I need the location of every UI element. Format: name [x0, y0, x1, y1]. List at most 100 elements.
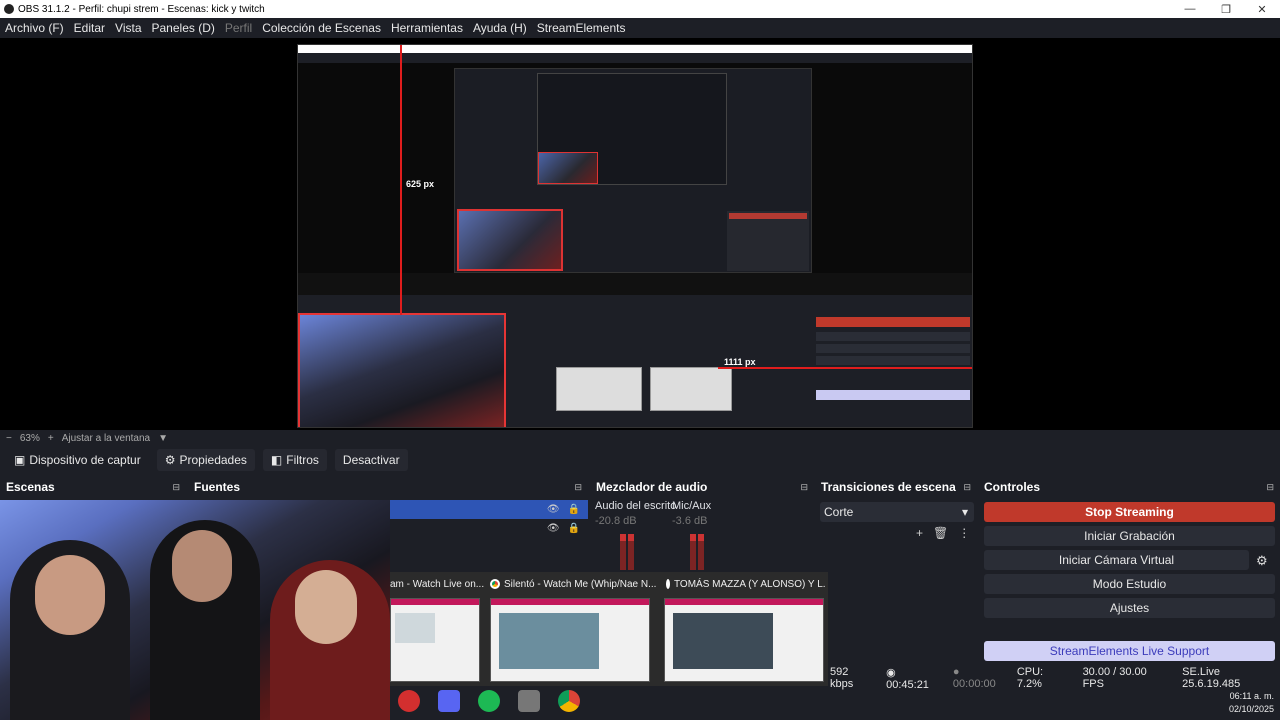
recursive-camera	[457, 209, 563, 271]
dock-float-icon[interactable]: ⊟	[800, 482, 808, 493]
source-toolbar: ▣ Dispositivo de captur ⚙ Propiedades ◧ …	[0, 448, 1280, 472]
menu-editar[interactable]: Editar	[74, 21, 105, 35]
thumb-title-text: am - Watch Live on...	[390, 578, 485, 590]
minimize-button[interactable]: —	[1172, 3, 1208, 15]
preview-area[interactable]: 625 px 1111 px	[0, 38, 1280, 430]
lock-icon[interactable]: 🔒	[568, 523, 580, 534]
virtual-camera-button[interactable]: Iniciar Cámara Virtual	[984, 550, 1249, 570]
zoom-in-button[interactable]: +	[48, 433, 54, 444]
discord-icon[interactable]	[438, 690, 460, 712]
zoom-level: 63%	[19, 432, 40, 444]
webcam-overlay	[0, 500, 390, 720]
rec-time-value: 00:00:00	[952, 678, 996, 690]
controls-dock-header: Controles ⊟	[978, 478, 1280, 496]
filter-icon: ◧	[270, 453, 283, 467]
properties-button[interactable]: ⚙ Propiedades	[156, 449, 255, 471]
recursive-ctrl-button	[816, 356, 970, 365]
volume-meter	[690, 534, 696, 570]
spotify-icon[interactable]	[478, 690, 500, 712]
thumb-preview[interactable]	[490, 598, 650, 682]
app-icon[interactable]	[518, 690, 540, 712]
eye-icon[interactable]: 👁	[547, 523, 560, 534]
se-live-support-button[interactable]: StreamElements Live Support	[984, 641, 1275, 661]
thumb-preview[interactable]	[390, 598, 480, 682]
chevron-down-icon[interactable]: ▼	[158, 433, 168, 444]
volume-meter	[698, 534, 704, 570]
thumb-title[interactable]: Silentó - Watch Me (Whip/Nae N...	[490, 576, 660, 592]
rec-time: ● 00:00:00	[953, 666, 1005, 690]
dock-float-icon[interactable]: ⊟	[172, 482, 180, 493]
menu-ayuda[interactable]: Ayuda (H)	[473, 21, 527, 35]
zoom-out-button[interactable]: −	[6, 433, 12, 444]
chrome-icon	[490, 579, 500, 589]
properties-label: Propiedades	[179, 453, 247, 467]
channel-db: -20.8 dB	[595, 515, 637, 527]
more-icon[interactable]: ⋮	[958, 526, 970, 540]
menu-coleccion-escenas[interactable]: Colección de Escenas	[262, 21, 381, 35]
bitrate: 592 kbps	[830, 666, 854, 690]
source-name-label: Dispositivo de captur	[29, 453, 141, 467]
menu-archivo[interactable]: Archivo (F)	[5, 21, 64, 35]
gear-icon: ⚙	[164, 453, 176, 467]
source-item[interactable]: 👁 🔒	[390, 519, 588, 538]
window-title: OBS 31.1.2 - Perfil: chupi strem - Escen…	[18, 3, 265, 15]
cpu-usage: CPU: 7.2%	[1016, 666, 1044, 690]
channel-name: Audio del escrito	[595, 500, 677, 512]
record-icon: ●	[952, 666, 960, 678]
opera-icon[interactable]	[398, 690, 420, 712]
menu-perfil[interactable]: Perfil	[225, 21, 252, 35]
window-titlebar: OBS 31.1.2 - Perfil: chupi strem - Escen…	[0, 0, 1280, 18]
audio-mixer: Audio del escrito -20.8 dB Mic/Aux -3.6 …	[592, 500, 812, 570]
trash-icon[interactable]: 🗑	[933, 526, 948, 540]
zoom-bar: − 63% + Ajustar a la ventana ▼	[0, 430, 1280, 446]
source-item[interactable]: 👁 🔒	[390, 500, 588, 519]
dock-float-icon[interactable]: ⊟	[574, 482, 582, 493]
menu-vista[interactable]: Vista	[115, 21, 141, 35]
settings-button[interactable]: Ajustes	[984, 598, 1275, 618]
transitions-title: Transiciones de escena	[821, 480, 956, 494]
person-face	[295, 570, 357, 644]
dock-float-icon[interactable]: ⊟	[1266, 482, 1274, 493]
close-button[interactable]: ✕	[1244, 3, 1280, 16]
channel-name: Mic/Aux	[672, 500, 712, 512]
add-icon[interactable]: +	[916, 526, 923, 540]
filters-button[interactable]: ◧ Filtros	[262, 449, 327, 471]
stop-streaming-button[interactable]: Stop Streaming	[984, 502, 1275, 522]
dock-float-icon[interactable]: ⊟	[963, 482, 971, 493]
transition-select[interactable]: Corte ▾	[820, 502, 974, 522]
start-recording-button[interactable]: Iniciar Grabación	[984, 526, 1275, 546]
channel-db: -3.6 dB	[672, 515, 708, 527]
program-preview[interactable]: 625 px 1111 px	[297, 44, 973, 428]
recursive-stop-button	[816, 317, 970, 327]
lock-icon[interactable]: 🔒	[568, 504, 580, 515]
recursive-deep-camera	[538, 152, 598, 184]
transitions-dock-header: Transiciones de escena ⊟	[815, 478, 977, 496]
recursive-inner-window	[454, 68, 812, 273]
thumb-title[interactable]: TOMÁS MAZZA (Y ALONSO) Y L...	[666, 576, 826, 592]
sources-title: Fuentes	[194, 480, 241, 494]
menu-herramientas[interactable]: Herramientas	[391, 21, 463, 35]
mixer-channel: Mic/Aux -3.6 dB	[672, 500, 711, 527]
filters-label: Filtros	[286, 453, 319, 467]
chrome-icon[interactable]	[558, 690, 580, 712]
fit-to-window[interactable]: Ajustar a la ventana	[62, 433, 150, 444]
thumb-preview[interactable]	[664, 598, 824, 682]
sources-dock-header: Fuentes ⊟	[188, 478, 588, 496]
measure-label-horizontal: 1111 px	[724, 357, 756, 367]
menu-streamelements[interactable]: StreamElements	[537, 21, 626, 35]
menu-paneles[interactable]: Paneles (D)	[152, 21, 215, 35]
gear-icon[interactable]: ⚙	[1256, 553, 1268, 569]
sources-list: 👁 🔒 👁 🔒	[390, 500, 588, 570]
thumb-title[interactable]: am - Watch Live on...	[390, 576, 486, 592]
eye-icon[interactable]: 👁	[547, 504, 560, 515]
chevron-down-icon: ▾	[961, 505, 968, 519]
person-face	[35, 555, 105, 635]
taskbar-thumbnail-popup: am - Watch Live on... Silentó - Watch Me…	[390, 572, 828, 686]
thumb-title-text: TOMÁS MAZZA (Y ALONSO) Y L...	[674, 578, 826, 590]
chrome-icon	[666, 579, 670, 589]
maximize-button[interactable]: ❐	[1208, 3, 1244, 16]
transition-value: Corte	[824, 505, 854, 519]
studio-mode-button[interactable]: Modo Estudio	[984, 574, 1275, 594]
deactivate-button[interactable]: Desactivar	[334, 449, 408, 471]
measure-line-vertical	[400, 45, 402, 315]
